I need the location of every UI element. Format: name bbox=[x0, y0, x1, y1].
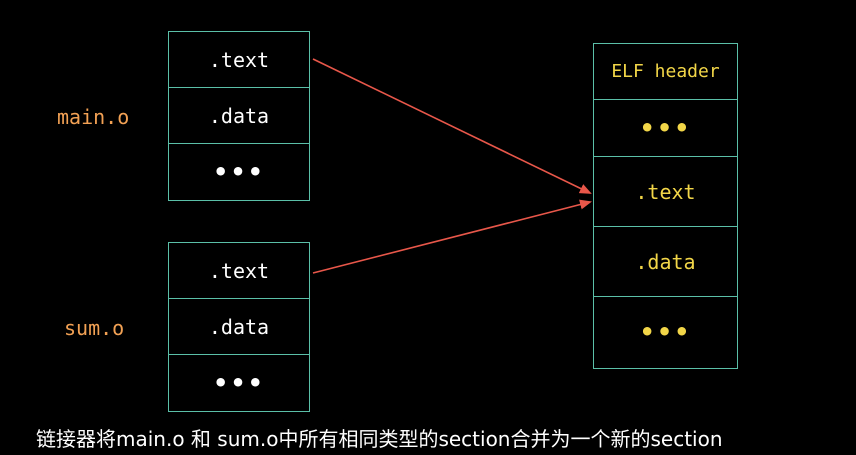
output-ellipsis-section-top: ••• bbox=[594, 100, 737, 157]
sum-o-section-stack: .text .data ••• bbox=[168, 242, 310, 412]
sum-o-data-section: .data bbox=[169, 299, 309, 355]
main-o-text-section: .text bbox=[169, 32, 309, 88]
sum-o-text-section: .text bbox=[169, 243, 309, 299]
caption: 链接器将main.o 和 sum.o中所有相同类型的section合并为一个新的… bbox=[36, 427, 723, 451]
arrow-main-text-to-output-text bbox=[312, 58, 592, 194]
main-o-section-stack: .text .data ••• bbox=[168, 31, 310, 201]
output-ellipsis-section-bottom: ••• bbox=[639, 318, 692, 346]
output-text-section: .text bbox=[594, 157, 737, 227]
arrow-sum-text-to-output-text bbox=[312, 199, 592, 274]
main-o-ellipsis-section: ••• bbox=[212, 158, 266, 186]
main-o-data-section: .data bbox=[169, 88, 309, 144]
output-section-stack: ELF header ••• .text .data ••• bbox=[593, 43, 738, 369]
output-data-section: .data bbox=[594, 227, 737, 297]
sum-o-label: sum.o bbox=[64, 316, 125, 340]
main-o-label: main.o bbox=[57, 105, 130, 129]
elf-header-section: ELF header bbox=[594, 44, 737, 100]
sum-o-ellipsis-section: ••• bbox=[212, 369, 266, 397]
